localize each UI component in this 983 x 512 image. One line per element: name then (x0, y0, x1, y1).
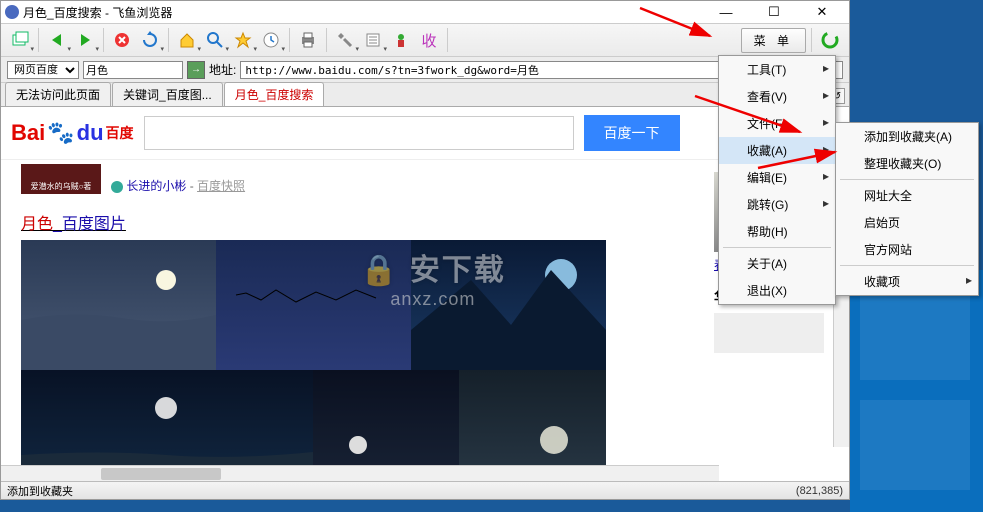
image-result[interactable] (216, 240, 411, 370)
home-button[interactable] (174, 27, 200, 53)
verified-icon (111, 181, 123, 193)
baidu-search-input[interactable] (144, 116, 574, 150)
menu-favorites[interactable]: 收藏(A) (719, 137, 835, 164)
search-button[interactable] (202, 27, 228, 53)
result-meta: 长进的小彬 - 百度快照 (111, 177, 245, 194)
paw-icon: 🐾 (47, 120, 74, 146)
status-bar: 添加到收藏夹 (821,385) (1, 481, 849, 499)
main-menu-panel: 工具(T) 查看(V) 文件(F) 收藏(A) 编辑(E) 跳转(G) 帮助(H… (718, 55, 836, 305)
image-result[interactable] (411, 240, 606, 370)
main-column: 爱潜水的乌贼○著 长进的小彬 - 百度快照 月色_百度图片 (21, 164, 704, 481)
status-coordinates: (821,385) (796, 485, 843, 497)
favorites-button[interactable] (230, 27, 256, 53)
submenu-favorite-items[interactable]: 收藏项 (836, 268, 978, 295)
tab-moonlight-search[interactable]: 月色_百度搜索 (224, 82, 325, 106)
separator (38, 28, 39, 52)
maximize-button[interactable]: ☐ (759, 3, 789, 21)
options-button[interactable] (360, 27, 386, 53)
separator (168, 28, 169, 52)
print-button[interactable] (295, 27, 321, 53)
search-engine-select[interactable]: 网页百度 (7, 61, 79, 79)
submenu-official-site[interactable]: 官方网站 (836, 236, 978, 263)
search-go-button[interactable]: → (187, 61, 205, 79)
separator (326, 28, 327, 52)
menu-view[interactable]: 查看(V) (719, 83, 835, 110)
menu-exit[interactable]: 退出(X) (719, 277, 835, 304)
menu-button[interactable]: 菜 单 (741, 28, 806, 53)
tools-button[interactable] (332, 27, 358, 53)
close-button[interactable]: ✕ (807, 3, 837, 21)
app-icon (5, 5, 19, 19)
menu-separator (840, 265, 974, 266)
menu-edit[interactable]: 编辑(E) (719, 164, 835, 191)
history-button[interactable] (258, 27, 284, 53)
submenu-add-favorite[interactable]: 添加到收藏夹(A) (836, 123, 978, 150)
main-toolbar: 收 菜 单 (1, 23, 849, 57)
images-heading-link[interactable]: 月色_百度图片 (21, 210, 126, 234)
refresh-button[interactable] (137, 27, 163, 53)
result-cache-link[interactable]: 百度快照 (197, 179, 245, 193)
result-dash: - (190, 179, 197, 193)
scroll-thumb[interactable] (101, 468, 221, 480)
submenu-organize-favorites[interactable]: 整理收藏夹(O) (836, 150, 978, 177)
menu-file[interactable]: 文件(F) (719, 110, 835, 137)
desktop-background (850, 270, 983, 512)
favorites-submenu: 添加到收藏夹(A) 整理收藏夹(O) 网址大全 启始页 官方网站 收藏项 (835, 122, 979, 296)
heading-sep: _ (53, 216, 62, 233)
throbber-icon (817, 27, 843, 53)
menu-separator (723, 247, 831, 248)
plugin-button[interactable] (388, 27, 414, 53)
image-grid (21, 240, 704, 481)
menu-help[interactable]: 帮助(H) (719, 218, 835, 245)
menu-tools[interactable]: 工具(T) (719, 56, 835, 83)
baidu-logo[interactable]: Bai 🐾 du 百度 (11, 120, 134, 146)
submenu-start-page[interactable]: 启始页 (836, 209, 978, 236)
menu-navigate[interactable]: 跳转(G) (719, 191, 835, 218)
result-author[interactable]: 长进的小彬 (126, 179, 186, 193)
new-tab-button[interactable] (7, 27, 33, 53)
keyword-input[interactable] (83, 61, 183, 79)
tab-keyword-images[interactable]: 关键词_百度图... (112, 82, 223, 106)
logo-sub: 百度 (106, 123, 134, 143)
minimize-button[interactable]: — (711, 3, 741, 21)
mail-button[interactable]: 收 (416, 27, 442, 53)
menu-separator (840, 179, 974, 180)
separator (447, 28, 448, 52)
image-result[interactable] (21, 240, 216, 370)
titlebar: 月色_百度搜索 - 飞鱼浏览器 — ☐ ✕ (1, 1, 849, 23)
baidu-search-button[interactable]: 百度一下 (584, 115, 680, 151)
back-button[interactable] (44, 27, 70, 53)
sidebar-music-thumb[interactable] (714, 313, 824, 353)
stop-button[interactable] (109, 27, 135, 53)
forward-button[interactable] (72, 27, 98, 53)
submenu-url-directory[interactable]: 网址大全 (836, 182, 978, 209)
status-text: 添加到收藏夹 (7, 483, 73, 499)
menu-about[interactable]: 关于(A) (719, 250, 835, 277)
result-snippet: 爱潜水的乌贼○著 长进的小彬 - 百度快照 (21, 164, 704, 194)
heading-keyword: 月色 (21, 216, 53, 233)
window-controls: — ☐ ✕ (711, 3, 845, 21)
window-title: 月色_百度搜索 - 飞鱼浏览器 (23, 4, 711, 21)
separator (289, 28, 290, 52)
tab-error-page[interactable]: 无法访问此页面 (5, 82, 111, 106)
logo-bai: Bai (11, 120, 45, 146)
heading-rest: 百度图片 (62, 216, 126, 233)
result-thumbnail[interactable]: 爱潜水的乌贼○著 (21, 164, 101, 194)
separator (811, 28, 812, 52)
horizontal-scrollbar[interactable] (1, 465, 719, 481)
separator (103, 28, 104, 52)
logo-du: du (77, 120, 104, 146)
address-label: 地址: (209, 61, 236, 78)
